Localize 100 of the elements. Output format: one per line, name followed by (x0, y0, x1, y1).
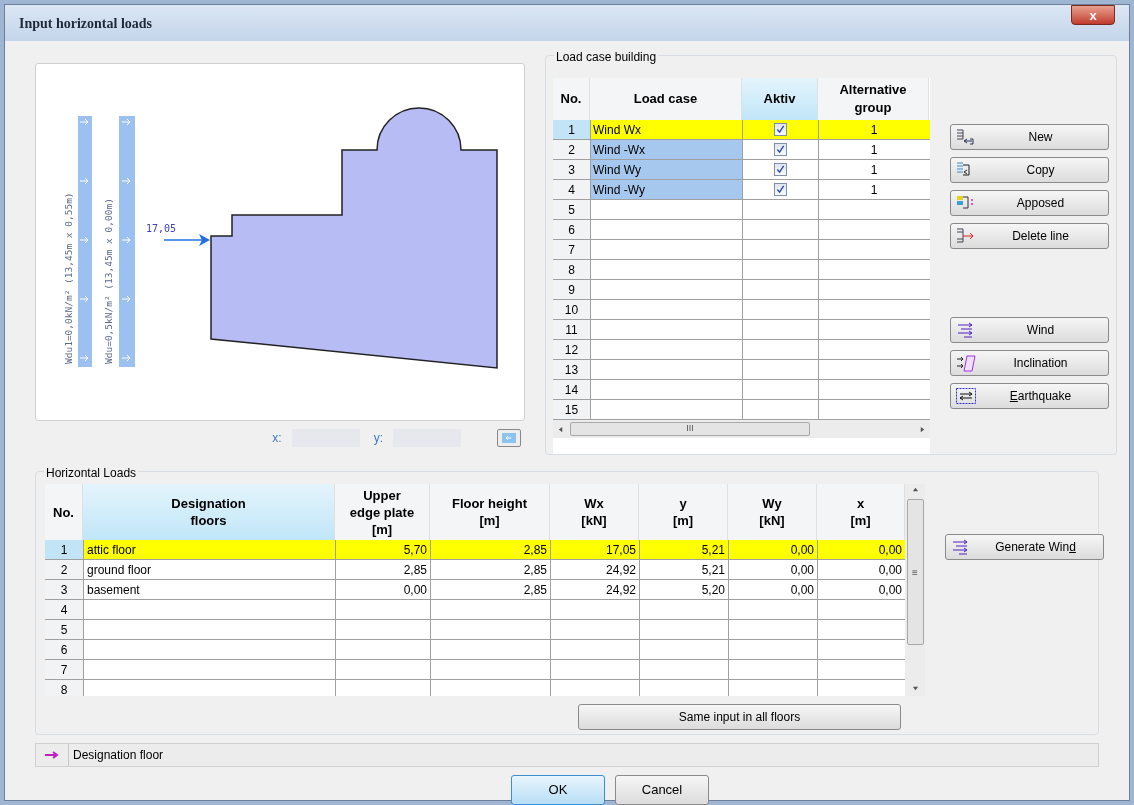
table-row[interactable]: 3 basement 0,00 2,85 24,92 5,20 0,00 0,00 (45, 580, 905, 600)
row-number: 1 (45, 540, 83, 559)
row-number: 3 (553, 160, 590, 179)
column-header: Load case (590, 78, 742, 120)
view-button[interactable] (497, 429, 521, 447)
delete-button[interactable]: Delete line (950, 223, 1109, 249)
column-header: y [m] (639, 484, 728, 540)
table-cell: 17,05 (550, 540, 639, 559)
row-number: 5 (553, 200, 590, 219)
table-row[interactable]: 1 Wind Wx 1 (553, 120, 930, 140)
scroll-right-arrow-icon[interactable] (919, 425, 926, 433)
column-header: Wx [kN] (550, 484, 639, 540)
table-cell: 0,00 (728, 580, 817, 599)
apposed-button[interactable]: Apposed (950, 190, 1109, 216)
coordinate-label: y: (373, 430, 383, 447)
coordinate-label: x: (272, 430, 282, 447)
table-cell: 1 (818, 160, 929, 179)
table-row[interactable]: 5 (45, 620, 905, 640)
earthquake-button[interactable]: Earthquake (950, 383, 1109, 409)
shift-arrows-icon (955, 387, 977, 405)
scroll-up-arrow-icon[interactable] (911, 486, 919, 493)
table-row[interactable]: 12 (553, 340, 930, 360)
table-row[interactable]: 7 (553, 240, 930, 260)
table-row[interactable]: 3 Wind Wy 1 (553, 160, 930, 180)
inclination-icon (955, 354, 977, 372)
table-cell: 24,92 (550, 580, 639, 599)
table-cell: ground floor (83, 560, 335, 579)
inclination-button[interactable]: Inclination (950, 350, 1109, 376)
table-row[interactable]: 1 attic floor 5,70 2,85 17,05 5,21 0,00 0,00 (45, 540, 905, 560)
scroll-left-arrow-icon[interactable] (557, 425, 564, 433)
table-row[interactable]: 5 (553, 200, 930, 220)
scroll-down-arrow-icon[interactable] (911, 685, 919, 692)
table-row[interactable]: 9 (553, 280, 930, 300)
table-cell: 1 (818, 120, 929, 139)
load-label: Wdu=0,5kN/m² (13,45m x 0,00m) (103, 198, 114, 364)
table-row[interactable]: 6 (553, 220, 930, 240)
row-number: 12 (553, 340, 590, 359)
row-number: 9 (553, 280, 590, 299)
wind-button[interactable]: Generate Wind (945, 534, 1104, 560)
table-row[interactable]: 10 (553, 300, 930, 320)
close-button[interactable]: x (1071, 5, 1115, 25)
table-row[interactable]: 8 (553, 260, 930, 280)
table-row[interactable]: 4 Wind -Wy 1 (553, 180, 930, 200)
column-header: Aktiv (742, 78, 818, 120)
force-value-label: 17,05 (146, 223, 177, 234)
table-cell: Wind -Wx (590, 140, 742, 159)
cancel-button[interactable]: Cancel (615, 775, 709, 805)
add-row-icon (955, 128, 977, 146)
row-number: 14 (553, 380, 590, 399)
column-header: Floor height [m] (430, 484, 550, 540)
horizontal-scrollbar[interactable]: III (553, 420, 930, 438)
row-number: 8 (45, 680, 83, 696)
table-cell: Wind Wy (590, 160, 742, 179)
ok-button[interactable]: OK (511, 775, 605, 805)
row-number: 11 (553, 320, 590, 339)
scroll-thumb[interactable]: III (570, 422, 810, 436)
checkbox[interactable] (774, 183, 787, 196)
table-row[interactable]: 14 (553, 380, 930, 400)
table-cell: 1 (818, 140, 929, 159)
row-number: 15 (553, 400, 590, 419)
table-row[interactable]: 2 Wind -Wx 1 (553, 140, 930, 160)
checkbox[interactable] (774, 143, 787, 156)
row-number: 6 (553, 220, 590, 239)
table-cell: 5,21 (639, 560, 728, 579)
view-icon (502, 433, 516, 443)
checkbox[interactable] (774, 163, 787, 176)
table-cell: 0,00 (728, 560, 817, 579)
table-cell: 2,85 (430, 560, 550, 579)
table-cell: Wind Wx (590, 120, 742, 139)
table-row[interactable]: 13 (553, 360, 930, 380)
table-cell: attic floor (83, 540, 335, 559)
status-text: Designation floor (68, 744, 164, 766)
load-label: Wdu1=0,0kN/m² (13,45m x 0,55m) (63, 192, 74, 364)
vertical-scrollbar[interactable]: ≡ (905, 484, 925, 696)
row-number: 2 (45, 560, 83, 579)
copy-button[interactable]: Copy (950, 157, 1109, 183)
same-input-button[interactable]: Same input in all floors (578, 704, 901, 730)
table-row[interactable]: 11 (553, 320, 930, 340)
table-cell: 5,21 (639, 540, 728, 559)
table-cell: 24,92 (550, 560, 639, 579)
row-number: 8 (553, 260, 590, 279)
table-row[interactable]: 7 (45, 660, 905, 680)
wind-button[interactable]: Wind (950, 317, 1109, 343)
table-cell: 5,20 (639, 580, 728, 599)
table-cell: 0,00 (335, 580, 430, 599)
table-row[interactable]: 15 (553, 400, 930, 420)
table-row[interactable]: 4 (45, 600, 905, 620)
column-header: Wy [kN] (728, 484, 817, 540)
row-number: 1 (553, 120, 590, 139)
table-cell: 0,00 (728, 540, 817, 559)
column-header: Designation floors (83, 484, 335, 540)
table-cell: Wind -Wy (590, 180, 742, 199)
new-button[interactable]: New (950, 124, 1109, 150)
table-row[interactable]: 6 (45, 640, 905, 660)
window-title: Input horizontal loads (19, 14, 153, 33)
column-header: No. (45, 484, 83, 540)
table-row[interactable]: 2 ground floor 2,85 2,85 24,92 5,21 0,00 0,00 (45, 560, 905, 580)
checkbox[interactable] (774, 123, 787, 136)
scroll-thumb[interactable]: ≡ (906, 499, 924, 645)
table-cell: 2,85 (430, 540, 550, 559)
